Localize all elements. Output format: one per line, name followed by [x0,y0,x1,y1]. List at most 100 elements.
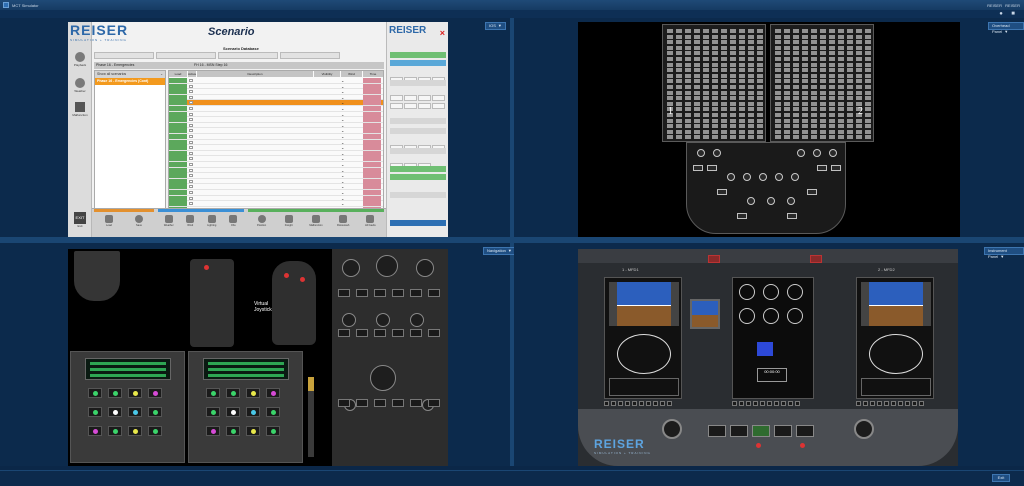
audio-knob[interactable] [416,259,434,277]
rotary-knob[interactable] [797,149,805,157]
audio-button[interactable] [338,289,350,297]
save-button[interactable]: Save [132,215,146,227]
cdu-key[interactable] [226,388,240,398]
active-checkbox[interactable] [189,185,193,189]
audio-knob[interactable] [376,313,390,327]
audio-button[interactable] [410,329,422,337]
toggle-switch[interactable] [807,189,817,195]
cdu-key[interactable] [128,388,142,398]
bezel-button[interactable] [760,401,765,406]
toggle-switch[interactable] [707,165,717,171]
red-button[interactable] [800,443,805,448]
active-checkbox[interactable] [189,196,193,200]
control-display-unit-1[interactable] [70,351,185,463]
bezel-button[interactable] [611,401,616,406]
rotary-knob[interactable] [813,149,821,157]
grid-btn[interactable] [404,103,417,109]
playback-button[interactable]: Playback [70,52,90,72]
rotary-knob[interactable] [743,173,751,181]
load-cell[interactable] [169,195,187,201]
rotary-knob[interactable] [713,149,721,157]
bezel-button[interactable] [625,401,630,406]
active-checkbox[interactable] [189,90,193,94]
collective-grip[interactable] [74,251,120,301]
cdu-key[interactable] [128,426,142,436]
load-cell[interactable] [169,83,187,89]
rotary-knob[interactable] [767,197,775,205]
control-switch[interactable] [752,425,770,437]
audio-knob[interactable] [342,259,360,277]
audio-button[interactable] [392,329,404,337]
primary-flight-display-left[interactable] [604,277,682,399]
exit-scenario-button[interactable]: EXIT Exit [70,210,90,234]
bezel-button[interactable] [646,401,651,406]
cdu-key[interactable] [206,426,220,436]
cdu-key[interactable] [266,426,280,436]
cyclic-grip-left[interactable] [190,259,234,347]
active-checkbox[interactable] [189,151,193,155]
active-checkbox[interactable] [189,174,193,178]
weather-tool-button[interactable]: Weather [162,215,176,227]
close-button[interactable]: × [440,28,445,38]
red-button[interactable] [204,265,209,270]
active-checkbox[interactable] [189,107,193,110]
wind-button[interactable]: Wind [183,215,197,227]
load-cell[interactable] [169,78,187,83]
bezel-button[interactable] [870,401,875,406]
bezel-button[interactable] [781,401,786,406]
load-cell[interactable] [169,134,187,139]
load-cell[interactable] [169,156,187,162]
cdu-key[interactable] [226,426,240,436]
load-cell[interactable] [169,111,187,117]
obs-button[interactable]: Obs [226,215,240,227]
bezel-button[interactable] [877,401,882,406]
control-switch[interactable] [796,425,814,437]
close-icon[interactable]: ■ [1010,11,1016,17]
scenario-filter[interactable]: Show all scenarios ⌄ [95,71,165,78]
audio-button[interactable] [356,289,368,297]
malfunction-tool-button[interactable]: Malfunction [309,215,323,227]
audio-button[interactable] [374,329,386,337]
load-button[interactable]: Load [102,215,116,227]
bezel-button[interactable] [618,401,623,406]
rotary-knob[interactable] [829,149,837,157]
grid-btn[interactable] [432,103,445,109]
cdu-key[interactable] [108,426,122,436]
active-checkbox[interactable] [189,118,193,122]
audio-button[interactable] [374,289,386,297]
bezel-button[interactable] [632,401,637,406]
load-cell[interactable] [169,139,187,145]
rotary-knob-right[interactable] [854,419,874,439]
control-switch[interactable] [730,425,748,437]
cdu-key[interactable] [148,426,162,436]
active-checkbox[interactable] [189,140,193,144]
bezel-button[interactable] [746,401,751,406]
audio-knob[interactable] [410,313,424,327]
tab-3[interactable] [218,52,278,59]
cyclic-stick[interactable] [308,377,314,457]
active-checkbox[interactable] [189,112,193,116]
rotary-knob[interactable] [759,173,767,181]
exit-button[interactable]: Exit [992,474,1010,482]
malfunction-button[interactable]: Malfunction [70,102,90,122]
active-checkbox[interactable] [189,202,193,206]
view-selector-q1[interactable]: IOS ▼ [485,22,506,30]
cdu-key[interactable] [88,388,102,398]
cdu-key[interactable] [246,426,260,436]
toggle-switch[interactable] [717,189,727,195]
red-button[interactable] [300,277,305,282]
cdu-key[interactable] [108,407,122,417]
audio-button[interactable] [428,329,440,337]
load-cell[interactable] [169,89,187,95]
weather-button[interactable]: Weather [70,78,90,98]
bezel-button[interactable] [653,401,658,406]
cdu-key[interactable] [148,407,162,417]
bezel-button[interactable] [753,401,758,406]
load-cell[interactable] [169,100,187,106]
audio-button[interactable] [338,399,350,407]
load-cell[interactable] [169,122,187,128]
load-cell[interactable] [169,128,187,134]
bezel-button[interactable] [660,401,665,406]
view-selector-q2[interactable]: Overhead Panel ▼ [988,22,1024,34]
load-cell[interactable] [169,145,187,151]
